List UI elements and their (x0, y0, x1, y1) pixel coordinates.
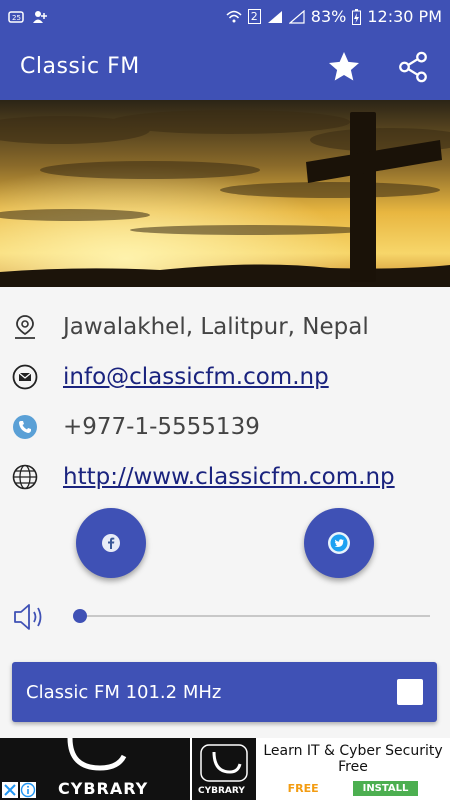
svg-text:25: 25 (12, 14, 21, 22)
ad-controls (0, 780, 40, 800)
ad-info-icon[interactable] (20, 782, 36, 798)
header-image (0, 100, 450, 287)
phone-row[interactable]: +977-1-5555139 (0, 402, 450, 452)
volume-control (0, 595, 450, 639)
website-link[interactable]: http://www.classicfm.com.np (63, 464, 395, 490)
email-icon (12, 364, 38, 390)
volume-icon[interactable] (12, 599, 48, 635)
facebook-button[interactable] (76, 508, 146, 578)
volume-slider-track[interactable] (80, 615, 430, 617)
ad-banner[interactable]: CYBRARY CYBRARY Learn IT & Cyber Securit… (0, 738, 450, 800)
twitter-button[interactable] (304, 508, 374, 578)
signal-icon (267, 10, 282, 23)
globe-icon (12, 464, 38, 490)
location-icon (15, 315, 35, 339)
page-title: Classic FM (20, 54, 140, 79)
volume-slider-thumb[interactable] (73, 609, 87, 623)
station-label: Classic FM 101.2 MHz (26, 681, 222, 703)
facebook-icon (102, 534, 120, 552)
address-row: Jawalakhel, Lalitpur, Nepal (0, 302, 450, 352)
star-icon[interactable] (326, 49, 362, 85)
player-bar: Classic FM 101.2 MHz (12, 662, 437, 722)
wifi-icon (226, 10, 242, 22)
ad-brand-name: CYBRARY (58, 779, 149, 798)
address-text: Jawalakhel, Lalitpur, Nepal (63, 314, 369, 340)
ad-copy[interactable]: Learn IT & Cyber Security Free FREE INST… (256, 738, 450, 800)
sim-indicator: 2 (247, 9, 261, 24)
email-link[interactable]: info@classicfm.com.np (63, 364, 329, 390)
person-add-icon (33, 10, 47, 23)
status-time: 12:30 PM (367, 7, 442, 26)
ad-install-button[interactable]: INSTALL (352, 781, 419, 796)
battery-percent: 83% (310, 7, 347, 26)
ad-logo-text: CYBRARY (198, 786, 245, 796)
phone-text[interactable]: +977-1-5555139 (63, 414, 260, 440)
website-row[interactable]: http://www.classicfm.com.np (0, 452, 450, 502)
ad-app-logo[interactable]: CYBRARY (190, 738, 256, 800)
phone-icon (13, 415, 37, 439)
signal-icon-2 (288, 9, 305, 24)
twitter-icon (328, 532, 350, 554)
stop-button[interactable] (397, 679, 423, 705)
ad-free-label: FREE (287, 782, 319, 795)
status-bar: 25 2 83% 12:30 PM (0, 0, 450, 33)
ad-headline: Learn IT & Cyber Security Free (263, 743, 443, 775)
share-icon[interactable] (396, 50, 430, 84)
battery-charging-icon (352, 8, 362, 25)
ad-close-icon[interactable] (2, 782, 18, 798)
email-row[interactable]: info@classicfm.com.np (0, 352, 450, 402)
notification-icon: 25 (8, 10, 24, 23)
app-bar: Classic FM (0, 33, 450, 100)
